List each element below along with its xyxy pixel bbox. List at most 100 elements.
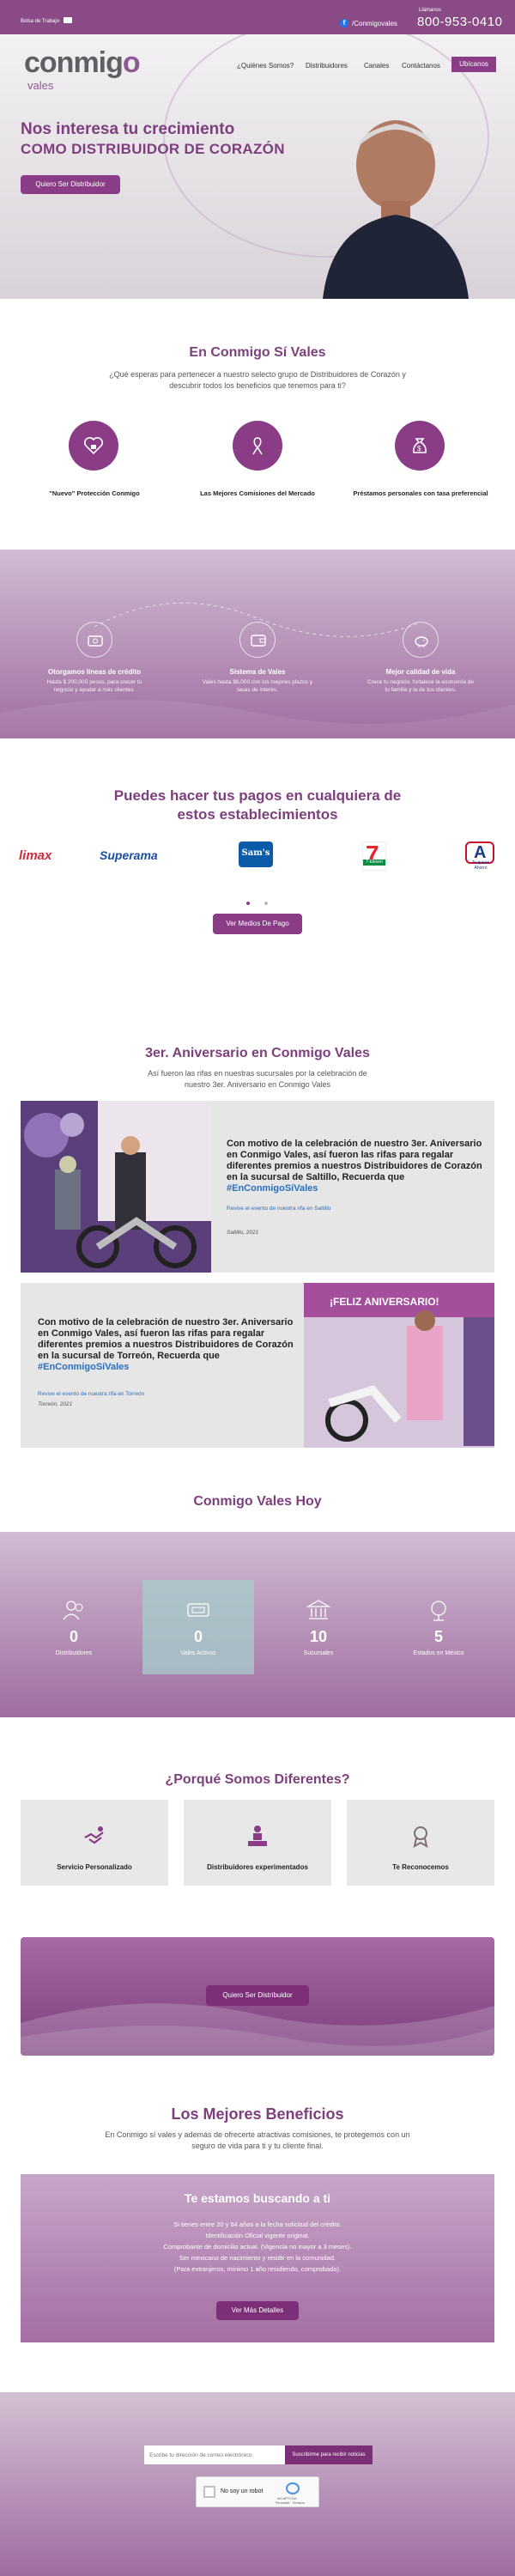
podium-icon [248, 1826, 267, 1846]
captcha-label: No soy un robot [221, 2488, 264, 2494]
more-details-button[interactable]: Ver Más Detalles [216, 2301, 299, 2320]
brand-logo[interactable]: conmigo [24, 46, 141, 80]
hero-section: conmigo vales ¿Quiénes Somos? Distribuid… [0, 34, 515, 299]
diff-label-experience: Distribuidores experimentados [207, 1863, 308, 1871]
diff-label-service: Servicio Personalizado [57, 1863, 132, 1871]
wallet-icon [239, 622, 276, 658]
store-logo-ahorro: A Te quiere Ahorro [464, 840, 498, 871]
requirements-box: Te estamos buscando a ti Si tienes entre… [21, 2174, 494, 2342]
newsletter-band: Suscribirme para recibir noticias No soy… [0, 2392, 515, 2576]
globe-pin-icon [431, 1601, 446, 1621]
anniversary-card-torreon: Con motivo de la celebración de nuestro … [21, 1283, 494, 1448]
nav-item-canales[interactable]: Canales [364, 62, 389, 70]
nav-item-quienes-somos[interactable]: ¿Quiénes Somos? [237, 62, 294, 70]
newsletter-subscribe-button[interactable]: Suscribirme para recibir noticias [285, 2445, 373, 2464]
payment-methods-button[interactable]: Ver Medios De Pago [213, 914, 302, 934]
brand-logo-sub: vales [27, 79, 54, 92]
torreon-photo: ¡FELIZ ANIVERSARIO! [304, 1283, 494, 1448]
diff-card-recognition: Te Reconocemos [347, 1800, 494, 1886]
requirement-item: (Para extranjeros, mínimo 1 año residien… [173, 2265, 342, 2273]
anniversary-card-saltillo: Con motivo de la celebración de nuestro … [21, 1101, 494, 1273]
anniversary-title: 3er. Aniversario en Conmigo Vales [145, 1046, 370, 1060]
diff-card-service: Servicio Personalizado [21, 1800, 168, 1886]
requirement-item: Identificación Oficial vigente original. [205, 2232, 310, 2239]
diff-card-experience: Distribuidores experimentados [184, 1800, 331, 1886]
hero-person-photo [323, 120, 469, 299]
hashtag-link[interactable]: #EnConmigoSíVales [227, 1183, 318, 1194]
diff-label-recognition: Te Reconocemos [392, 1863, 449, 1871]
benefit-desc-1: Hasta $ 200,000 pesos, para crecer tu ne… [46, 679, 142, 693]
saltillo-card-title: Con motivo de la celebración de nuestro … [227, 1139, 482, 1194]
envelope-icon[interactable] [64, 17, 72, 23]
store-logo-limax: limax [19, 848, 52, 863]
intro-title: En Conmigo Sí Vales [189, 345, 326, 360]
torreon-card-title: Con motivo de la celebración de nuestro … [38, 1317, 294, 1372]
requirements-list: Si tienes entre 20 y 64 años a la fecha … [21, 2219, 494, 2275]
call-label: Llámanos [419, 8, 442, 13]
saltillo-date: Saltillo, 2021 [227, 1230, 259, 1236]
benefit-title-3: Mejor calidad de vida [385, 668, 456, 676]
benefits-band: Otorgamos líneas de crédito Hasta $ 200,… [0, 550, 515, 738]
facebook-handle[interactable]: /Conmigovales [352, 20, 397, 27]
svg-text:¡FELIZ ANIVERSARIO!: ¡FELIZ ANIVERSARIO! [330, 1296, 439, 1308]
handshake-icon [84, 1826, 104, 1844]
newsletter-email-input[interactable] [144, 2445, 285, 2464]
requirement-item: Si tienes entre 20 y 64 años a la fecha … [173, 2221, 342, 2228]
hero-cta-button[interactable]: Quiero Ser Distribuidor [21, 175, 120, 194]
captcha-terms[interactable]: Privacidad - Términos [276, 2501, 305, 2505]
people-icon [63, 1601, 83, 1620]
stat-value-estados: 5 [433, 1628, 443, 1645]
benefit-desc-2: Vales hasta $6,000 con los mejores plazo… [202, 679, 313, 693]
store-logo-superama: Superama [100, 848, 158, 862]
stat-value-distribuidores: 0 [69, 1628, 78, 1645]
benefit-title-1: Otorgamos líneas de crédito [47, 668, 142, 676]
today-title: Conmigo Vales Hoy [193, 1494, 322, 1509]
payments-title: Puedes hacer tus pagos en cualquiera de … [113, 787, 402, 823]
ticket-icon [187, 1603, 209, 1617]
benefit-title-2: Sistema de Vales [229, 668, 286, 676]
piggy-bank-icon [403, 622, 439, 658]
requirement-item: Ser mexicano de nacimiento y residir en … [179, 2254, 336, 2262]
best-text: En Conmigo sí vales y además de ofrecert… [105, 2130, 410, 2150]
saltillo-photo [21, 1101, 211, 1273]
stats-band: 0 Distribuidores 0 Vales Activos 10 Sucu… [0, 1532, 515, 1717]
credit-icon [76, 622, 112, 658]
stat-highlight [142, 1580, 254, 1674]
hero-headline: Nos interesa tu crecimiento [21, 120, 235, 138]
stat-value-vales: 0 [193, 1628, 203, 1645]
stat-value-sucursales: 10 [309, 1628, 328, 1645]
saltillo-event-link[interactable]: Revive el evento de nuestra rifa en Salt… [227, 1206, 330, 1212]
feature-label-3: Préstamos personales con tasa preferenci… [353, 489, 488, 497]
torreon-event-link[interactable]: Revive el evento de nuestra rifa en Torr… [38, 1391, 144, 1397]
facebook-icon[interactable]: f [340, 19, 348, 27]
stat-label-estados: Estados en México [413, 1650, 464, 1656]
captcha-widget: No soy un robot reCAPTCHA Privacidad - T… [196, 2476, 319, 2507]
hashtag-link[interactable]: #EnConmigoSíVales [38, 1362, 129, 1372]
nav-item-distribuidores[interactable]: Distribuidores [306, 62, 348, 70]
stat-label-sucursales: Sucursales [303, 1650, 334, 1656]
cta-banner-button[interactable]: Quiero Ser Distribuidor [206, 1985, 309, 2006]
heart-lock-icon [69, 421, 118, 471]
phone-number[interactable]: 800-953-0410 [417, 15, 502, 29]
stat-label-vales: Vales Activos [180, 1650, 216, 1656]
different-title: ¿Porqué Somos Diferentes? [165, 1772, 350, 1787]
stat-label-distribuidores: Distribuidores [55, 1650, 93, 1656]
feature-label-1: "Nuevo" Protección Conmigo [49, 489, 140, 497]
job-link[interactable]: Bolsa de Trabajo [21, 19, 59, 24]
nav-locate-button[interactable]: Ubícanos [451, 57, 496, 72]
captcha-checkbox[interactable] [203, 2486, 215, 2498]
intro-text: ¿Qué esperas para pertenecer a nuestro s… [109, 370, 406, 390]
store-logo-sams: Sam's [239, 841, 273, 867]
torreon-date: Torreón, 2021 [38, 1401, 73, 1407]
bank-icon [306, 1600, 331, 1619]
requirements-title: Te estamos buscando a ti [184, 2191, 331, 2205]
requirement-item: Comprobante de domicilio actual. (Vigenc… [163, 2243, 352, 2251]
svg-text:$: $ [417, 445, 421, 453]
hero-subheadline: COMO DISTRIBUIDOR DE CORAZÓN [21, 141, 285, 157]
best-title: Los Mejores Beneficios [171, 2105, 344, 2123]
carousel-dot-active[interactable] [246, 902, 250, 905]
carousel-dot[interactable] [264, 902, 268, 905]
ribbon-icon [233, 421, 282, 471]
captcha-brand: reCAPTCHA [277, 2496, 297, 2500]
nav-item-contactanos[interactable]: Contáctanos [402, 62, 440, 70]
